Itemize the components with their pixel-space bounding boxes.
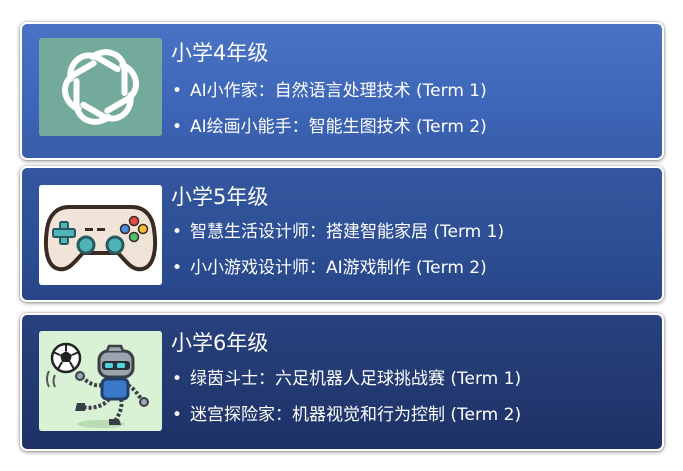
- grade-title: 小学4年级: [171, 41, 269, 65]
- course-item: • AI小作家：自然语言处理技术 (Term 1): [172, 81, 487, 101]
- course-item: • 迷宫探险家：机器视觉和行为控制 (Term 2): [172, 405, 522, 425]
- course-list-items: • AI小作家：自然语言处理技术 (Term 1) • AI绘画小能手：智能生图技术…: [172, 80, 487, 152]
- course-item-text: 迷宫探险家：机器视觉和行为控制 (Term 2): [190, 405, 522, 425]
- soccer-robot-icon: [39, 331, 162, 431]
- course-item: • 智慧生活设计师：搭建智能家居 (Term 1): [172, 222, 505, 242]
- course-list-items: • 智慧生活设计师：搭建智能家居 (Term 1) • 小小游戏设计师：AI游戏制作…: [172, 221, 504, 293]
- grade-4-card: 小学4年级 • AI小作家：自然语言处理技术 (Term 1) • AI绘画小能手：…: [20, 22, 664, 160]
- course-list: 小学4年级 • AI小作家：自然语言处理技术 (Term 1) • AI绘画小能手：…: [0, 0, 683, 471]
- course-item: • 小小游戏设计师：AI游戏制作 (Term 2): [172, 258, 487, 278]
- course-item-text: 智慧生活设计师：搭建智能家居 (Term 1): [190, 222, 505, 242]
- game-controller-icon: [39, 185, 162, 285]
- course-item: • 绿茵斗士：六足机器人足球挑战赛 (Term 1): [172, 369, 522, 389]
- grade-title: 小学6年级: [171, 331, 269, 355]
- course-item-text: AI绘画小能手：智能生图技术 (Term 2): [190, 117, 487, 137]
- course-item-text: AI小作家：自然语言处理技术 (Term 1): [190, 81, 487, 101]
- grade-title: 小学5年级: [171, 185, 269, 209]
- grade-5-card: 小学5年级 • 智慧生活设计师：搭建智能家居 (Term 1) • 小小游戏设计师：…: [20, 166, 664, 302]
- course-item: • AI绘画小能手：智能生图技术 (Term 2): [172, 117, 487, 137]
- grade-6-card: 小学6年级 • 绿茵斗士：六足机器人足球挑战赛 (Term 1) • 迷宫探险家：机…: [20, 313, 664, 451]
- course-list-items: • 绿茵斗士：六足机器人足球挑战赛 (Term 1) • 迷宫探险家：机器视觉和行为…: [172, 368, 521, 440]
- course-item-text: 绿茵斗士：六足机器人足球挑战赛 (Term 1): [190, 369, 522, 389]
- course-item-text: 小小游戏设计师：AI游戏制作 (Term 2): [190, 258, 487, 278]
- openai-logo-icon: [39, 38, 162, 136]
